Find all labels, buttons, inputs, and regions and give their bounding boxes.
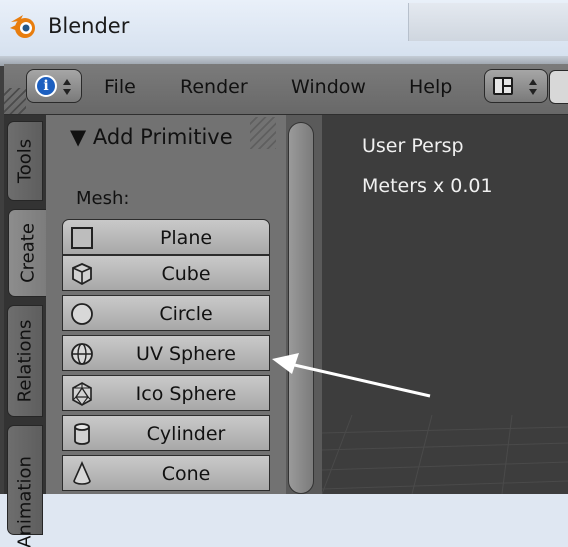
tab-create-label: Create — [17, 223, 39, 283]
screen-layout-icon — [493, 77, 513, 95]
mesh-label: Mesh: — [76, 188, 130, 209]
add-cylinder-button[interactable]: Cylinder — [62, 415, 270, 451]
editor-type-button[interactable]: i — [26, 69, 82, 103]
cube-icon — [72, 263, 92, 286]
blender-logo-icon — [10, 15, 35, 38]
tab-animation-label: Animation — [14, 455, 36, 547]
screen-layout-button[interactable] — [484, 69, 548, 103]
tab-tools[interactable]: Tools — [7, 121, 43, 201]
panel-title[interactable]: ▼ Add Primitive — [70, 125, 233, 149]
3d-viewport[interactable]: User Persp Meters x 0.01 — [322, 115, 568, 494]
cone-icon — [73, 461, 91, 485]
tab-tools-label: Tools — [14, 138, 36, 184]
cube-label: Cube — [161, 263, 211, 285]
panel-scrollbar[interactable] — [288, 122, 314, 494]
menu-file[interactable]: File — [104, 76, 136, 98]
add-uv-sphere-button[interactable]: UV Sphere — [62, 335, 270, 371]
cylinder-icon — [74, 423, 90, 445]
updown-arrows-icon — [63, 79, 71, 95]
tab-relations-label: Relations — [14, 319, 36, 403]
tab-animation[interactable]: Animation — [7, 425, 43, 547]
uv-sphere-icon — [71, 343, 93, 365]
viewport-grid — [322, 414, 568, 494]
header-resize-handle[interactable] — [4, 88, 26, 114]
add-circle-button[interactable]: Circle — [62, 295, 270, 331]
screen-name-field[interactable] — [549, 70, 568, 104]
menu-help[interactable]: Help — [409, 76, 452, 98]
tab-create[interactable]: Create — [8, 209, 48, 297]
menu-window[interactable]: Window — [291, 76, 366, 98]
ico-sphere-icon — [72, 382, 92, 406]
info-icon: i — [35, 75, 57, 97]
cone-label: Cone — [161, 463, 211, 485]
window-titlebar: Blender — [0, 0, 568, 56]
add-cone-button[interactable]: Cone — [62, 455, 270, 491]
tab-relations[interactable]: Relations — [7, 305, 43, 417]
menu-render[interactable]: Render — [180, 76, 248, 98]
info-header: i File Render Window Help — [4, 64, 568, 115]
panel-drag-handle[interactable] — [250, 117, 276, 149]
circle-icon — [71, 303, 93, 325]
tool-tabs: Tools Create Relations Animation — [4, 115, 48, 547]
add-cube-button[interactable]: Cube — [62, 255, 270, 291]
plane-icon — [71, 227, 93, 249]
add-primitive-panel: ▼ Add Primitive Mesh: Plane Cube Circle … — [46, 115, 286, 494]
ico-sphere-label: Ico Sphere — [135, 383, 237, 405]
plane-label: Plane — [159, 227, 213, 249]
circle-label: Circle — [159, 303, 213, 325]
cylinder-label: Cylinder — [146, 423, 226, 445]
titlebar-controls — [408, 3, 568, 41]
updown-arrows-icon — [529, 79, 537, 95]
window-title: Blender — [48, 14, 130, 38]
view-name-label: User Persp — [362, 135, 464, 157]
uv-sphere-label: UV Sphere — [136, 343, 236, 365]
add-plane-button[interactable]: Plane — [62, 219, 270, 255]
units-label: Meters x 0.01 — [362, 175, 493, 197]
add-ico-sphere-button[interactable]: Ico Sphere — [62, 375, 270, 411]
